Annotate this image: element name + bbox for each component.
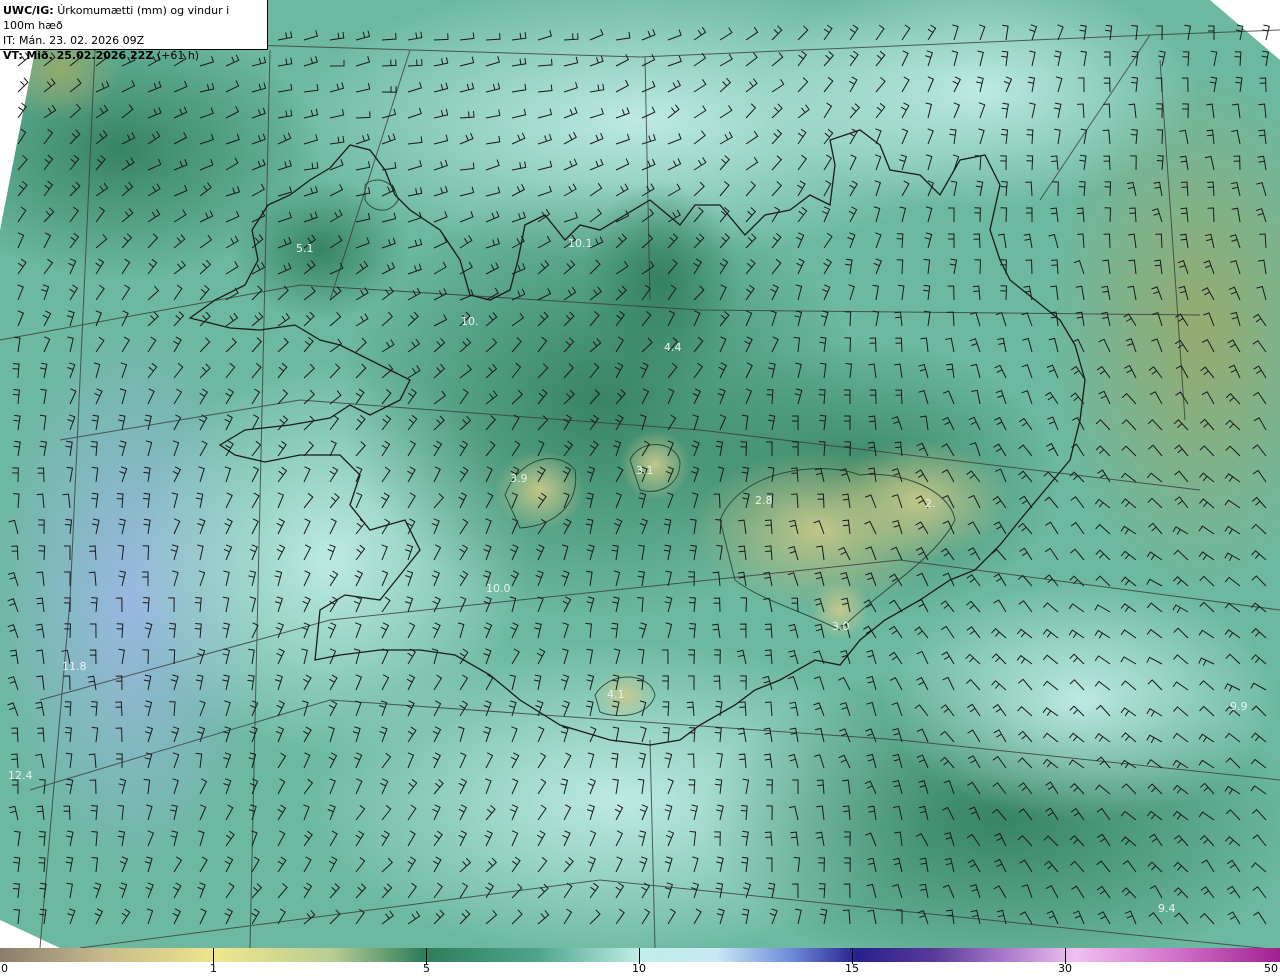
value-label: 2.8 bbox=[755, 494, 773, 507]
value-label: 11.8 bbox=[62, 660, 87, 673]
value-label: 4.4 bbox=[664, 341, 682, 354]
value-label: 12.4 bbox=[8, 769, 33, 782]
value-label: 9.4 bbox=[1158, 902, 1176, 915]
value-label: 3.0 bbox=[832, 620, 850, 633]
map-header: UWC/IG: Úrkomumætti (mm) og vindur i 100… bbox=[0, 0, 268, 62]
value-label: 3.9 bbox=[510, 472, 528, 485]
colorbar-label: 1 bbox=[210, 962, 217, 975]
value-label: 2. bbox=[925, 497, 936, 510]
header-title-line: UWC/IG: Úrkomumætti (mm) og vindur i 100… bbox=[3, 3, 264, 33]
value-label: 5.1 bbox=[296, 242, 314, 255]
valid-prefix: VT: bbox=[3, 49, 23, 62]
colorbar-label: 30 bbox=[1058, 962, 1072, 975]
model-name: UWC/IG: bbox=[3, 4, 54, 17]
value-label: 10. bbox=[461, 315, 479, 328]
value-label: 10.1 bbox=[568, 237, 593, 250]
colorbar-label: 5 bbox=[423, 962, 430, 975]
colorbar-label: 50 bbox=[1264, 962, 1278, 975]
issue-time: IT: Mán. 23. 02. 2026 09Z bbox=[3, 34, 145, 47]
lead-time: (+61 h) bbox=[156, 49, 200, 62]
colorbar-label: 0 bbox=[1, 962, 8, 975]
value-label: 10.0 bbox=[486, 582, 511, 595]
colorbar-label: 15 bbox=[845, 962, 859, 975]
value-label: 4.1 bbox=[607, 688, 625, 701]
value-label: 3.1 bbox=[636, 464, 654, 477]
colorbar-label: 10 bbox=[632, 962, 646, 975]
value-label: 9.9 bbox=[1230, 700, 1248, 713]
valid-time: Mið. 25.02.2026 22Z bbox=[26, 49, 154, 62]
weather-map[interactable]: 5.1 10.1 10. 4.4 3.9 3.1 2.8 2. 3.0 4.1 … bbox=[0, 0, 1280, 948]
colorbar bbox=[0, 948, 1280, 962]
valid-time-line: VT: Mið. 25.02.2026 22Z (+61 h) bbox=[3, 48, 264, 63]
